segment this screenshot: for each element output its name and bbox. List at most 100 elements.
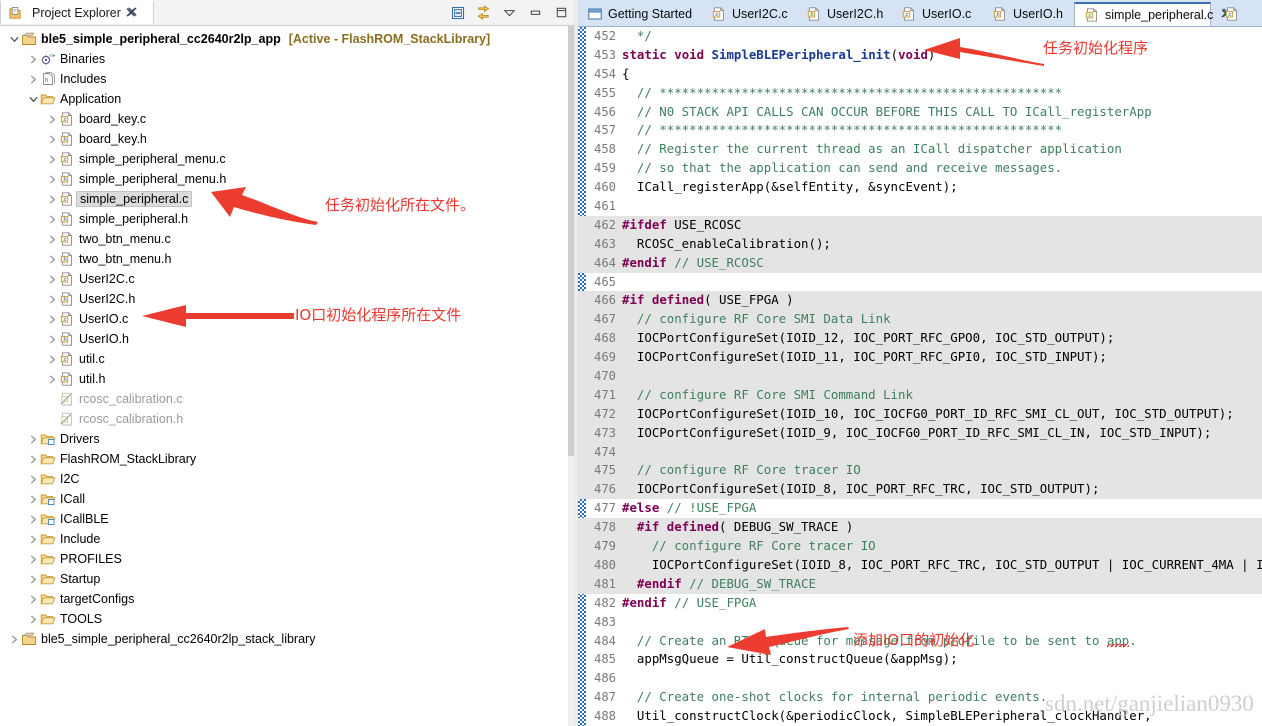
chevron-right-icon[interactable] xyxy=(46,333,59,346)
chevron-right-icon[interactable] xyxy=(27,573,40,586)
tab-project-explorer[interactable]: Project Explorer xyxy=(0,0,154,24)
link-with-editor-icon[interactable] xyxy=(475,4,492,21)
chevron-right-icon[interactable] xyxy=(46,373,59,386)
code-line-473[interactable]: 473 IOCPortConfigureSet(IOID_9, IOC_IOCF… xyxy=(578,423,1262,443)
chevron-right-icon[interactable] xyxy=(27,553,40,566)
close-icon[interactable] xyxy=(126,7,137,20)
editor-tab-userio-c[interactable]: .c UserIO.c xyxy=(892,2,980,26)
code-line-469[interactable]: 469 IOCPortConfigureSet(IOID_11, IOC_POR… xyxy=(578,348,1262,368)
code-line-480[interactable]: 480 IOCPortConfigureSet(IOID_8, IOC_PORT… xyxy=(578,555,1262,575)
source-code-view[interactable]: 452 */453 static void SimpleBLEPeripheral… xyxy=(578,27,1262,726)
tree-item-util-h[interactable]: .h util.h xyxy=(0,369,574,389)
tree-item-simple-peripheral-menu-c[interactable]: .c simple_peripheral_menu.c xyxy=(0,149,574,169)
editor-tab-overflow[interactable]: .c xyxy=(1215,2,1243,26)
tree-item-simple-peripheral-c[interactable]: .c simple_peripheral.c xyxy=(0,189,574,209)
editor-tab-useri2c-h[interactable]: .h UserI2C.h xyxy=(797,2,889,26)
tree-item-profiles[interactable]: PROFILES xyxy=(0,549,574,569)
tree-item-rcosc-calibration-h[interactable]: rcosc_calibration.h xyxy=(0,409,574,429)
chevron-right-icon[interactable] xyxy=(27,593,40,606)
tree-item-board-key-c[interactable]: .c board_key.c xyxy=(0,109,574,129)
editor-tab-userio-h[interactable]: .h UserIO.h xyxy=(983,2,1071,26)
tree-item-i2c[interactable]: I2C xyxy=(0,469,574,489)
chevron-right-icon[interactable] xyxy=(27,493,40,506)
code-line-452[interactable]: 452 */ xyxy=(578,27,1262,46)
code-line-481[interactable]: 481 #endif // DEBUG_SW_TRACE xyxy=(578,574,1262,594)
maximize-icon[interactable] xyxy=(553,4,570,21)
chevron-right-icon[interactable] xyxy=(27,513,40,526)
editor-tab-getting-started[interactable]: Getting Started xyxy=(578,2,698,26)
code-line-463[interactable]: 463 RCOSC_enableCalibration(); xyxy=(578,234,1262,254)
code-line-453[interactable]: 453 static void SimpleBLEPeripheral_init(… xyxy=(578,46,1262,65)
tree-item-two-btn-menu-c[interactable]: .c two_btn_menu.c xyxy=(0,229,574,249)
tree-item-application[interactable]: Application xyxy=(0,89,574,109)
code-line-471[interactable]: 471 // configure RF Core SMI Command Lin… xyxy=(578,385,1262,405)
minimize-icon[interactable] xyxy=(527,4,544,21)
view-menu-icon[interactable] xyxy=(501,4,518,21)
tree-item-drivers[interactable]: Drivers xyxy=(0,429,574,449)
chevron-right-icon[interactable] xyxy=(27,533,40,546)
chevron-right-icon[interactable] xyxy=(46,353,59,366)
chevron-right-icon[interactable] xyxy=(46,153,59,166)
code-line-475[interactable]: 475 // configure RF Core tracer IO xyxy=(578,461,1262,481)
tree-item-binaries[interactable]: 10 Binaries xyxy=(0,49,574,69)
editor-tab-simple-peripheral-c[interactable]: .c simple_peripheral.c xyxy=(1074,2,1232,26)
code-line-467[interactable]: 467 // configure RF Core SMI Data Link xyxy=(578,310,1262,330)
chevron-down-icon[interactable] xyxy=(8,33,21,46)
tree-item-util-c[interactable]: .c util.c xyxy=(0,349,574,369)
code-line-479[interactable]: 479 // configure RF Core tracer IO xyxy=(578,537,1262,556)
chevron-right-icon[interactable] xyxy=(27,433,40,446)
chevron-right-icon[interactable] xyxy=(46,253,59,266)
code-line-454[interactable]: 454 { xyxy=(578,65,1262,84)
tree-item-simple-peripheral-h[interactable]: .h simple_peripheral.h xyxy=(0,209,574,229)
tree-item-ble5-simple-peripheral-cc2640r2lp-app[interactable]: CCS ble5_simple_peripheral_cc2640r2lp_app… xyxy=(0,29,574,49)
tree-item-flashrom-stacklibrary[interactable]: FlashROM_StackLibrary xyxy=(0,449,574,469)
tree-item-rcosc-calibration-c[interactable]: rcosc_calibration.c xyxy=(0,389,574,409)
chevron-right-icon[interactable] xyxy=(46,133,59,146)
tree-item-tools[interactable]: TOOLS xyxy=(0,609,574,629)
chevron-right-icon[interactable] xyxy=(46,193,59,206)
code-line-466[interactable]: 466 #if defined( USE_FPGA ) xyxy=(578,291,1262,311)
code-line-456[interactable]: 456 // N0 STACK API CALLS CAN OCCUR BEFO… xyxy=(578,103,1262,122)
chevron-right-icon[interactable] xyxy=(46,273,59,286)
chevron-right-icon[interactable] xyxy=(46,313,59,326)
code-line-472[interactable]: 472 IOCPortConfigureSet(IOID_10, IOC_IOC… xyxy=(578,404,1262,424)
chevron-right-icon[interactable] xyxy=(46,173,59,186)
code-line-470[interactable]: 470 xyxy=(578,367,1262,386)
code-line-464[interactable]: 464 #endif // USE_RCOSC xyxy=(578,253,1262,273)
chevron-right-icon[interactable] xyxy=(46,113,59,126)
code-line-477[interactable]: 477 #else // !USE_FPGA xyxy=(578,499,1262,518)
code-line-461[interactable]: 461 xyxy=(578,197,1262,216)
code-line-462[interactable]: 462 #ifdef USE_RCOSC xyxy=(578,215,1262,235)
chevron-right-icon[interactable] xyxy=(46,233,59,246)
code-line-486[interactable]: 486 xyxy=(578,669,1262,688)
tree-item-useri2c-h[interactable]: .h UserI2C.h xyxy=(0,289,574,309)
chevron-right-icon[interactable] xyxy=(46,293,59,306)
code-line-457[interactable]: 457 // *********************************… xyxy=(578,121,1262,140)
code-line-468[interactable]: 468 IOCPortConfigureSet(IOID_12, IOC_POR… xyxy=(578,329,1262,349)
code-line-460[interactable]: 460 ICall_registerApp(&selfEntity, &sync… xyxy=(578,178,1262,197)
tree-item-targetconfigs[interactable]: targetConfigs xyxy=(0,589,574,609)
tree-item-startup[interactable]: Startup xyxy=(0,569,574,589)
tree-item-icall[interactable]: ICall xyxy=(0,489,574,509)
tree-item-include[interactable]: Include xyxy=(0,529,574,549)
collapse-all-icon[interactable] xyxy=(449,4,466,21)
chevron-right-icon[interactable] xyxy=(27,453,40,466)
chevron-right-icon[interactable] xyxy=(8,633,21,646)
code-line-455[interactable]: 455 // *********************************… xyxy=(578,84,1262,103)
tree-item-userio-h[interactable]: .h UserIO.h xyxy=(0,329,574,349)
tree-item-two-btn-menu-h[interactable]: .h two_btn_menu.h xyxy=(0,249,574,269)
code-line-458[interactable]: 458 // Register the current thread as an… xyxy=(578,140,1262,159)
tree-item-icallble[interactable]: ICallBLE xyxy=(0,509,574,529)
tree-item-ble5-simple-peripheral-cc2640r2lp-stack-library[interactable]: CCS ble5_simple_peripheral_cc2640r2lp_sta… xyxy=(0,629,574,649)
tree-item-simple-peripheral-menu-h[interactable]: .h simple_peripheral_menu.h xyxy=(0,169,574,189)
chevron-right-icon[interactable] xyxy=(27,53,40,66)
chevron-right-icon[interactable] xyxy=(27,473,40,486)
project-tree[interactable]: CCS ble5_simple_peripheral_cc2640r2lp_app… xyxy=(0,26,574,726)
chevron-down-icon[interactable] xyxy=(27,93,40,106)
chevron-right-icon[interactable] xyxy=(27,613,40,626)
code-line-476[interactable]: 476 IOCPortConfigureSet(IOID_8, IOC_PORT… xyxy=(578,480,1262,500)
code-line-478[interactable]: 478 #if defined( DEBUG_SW_TRACE ) xyxy=(578,518,1262,538)
code-line-485[interactable]: 485 appMsgQueue = Util_constructQueue(&a… xyxy=(578,650,1262,669)
code-line-482[interactable]: 482 #endif // USE_FPGA xyxy=(578,594,1262,613)
editor-tab-useri2c-c[interactable]: .c UserI2C.c xyxy=(702,2,794,26)
